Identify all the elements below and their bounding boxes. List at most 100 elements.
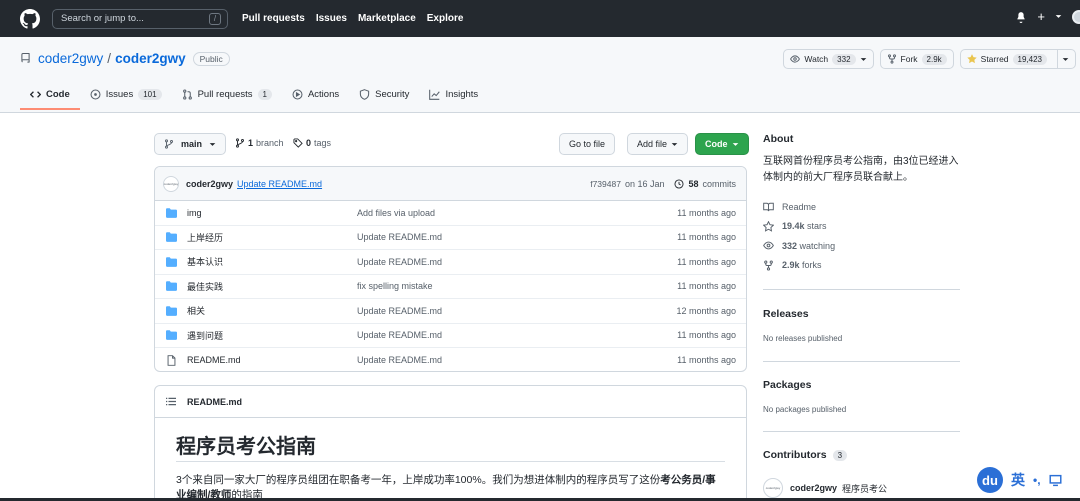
nav-marketplace[interactable]: Marketplace (358, 13, 416, 24)
branch-icon (165, 139, 173, 149)
go-to-file-button[interactable]: Go to file (559, 133, 616, 155)
code-button[interactable]: Code (695, 133, 749, 155)
commits-label[interactable]: commits (703, 179, 737, 189)
file-row[interactable]: 最佳实践 fix spelling mistake 11 months ago (155, 275, 746, 299)
history-icon (674, 178, 685, 189)
file-age: 11 months ago (677, 232, 736, 243)
commit-author[interactable]: coder2gwy (186, 179, 233, 189)
file-row[interactable]: README.md Update README.md 11 months ago (155, 348, 746, 371)
contributors-count: 3 (832, 449, 848, 461)
releases-note: No releases published (763, 334, 843, 343)
repo-owner-link[interactable]: coder2gwy (38, 51, 103, 66)
branches-link[interactable]: 1 branch (235, 138, 284, 148)
file-name[interactable]: README.md (187, 355, 357, 365)
commit-author-avatar[interactable]: coder2gwy (163, 175, 179, 192)
nav-pull-requests[interactable]: Pull requests (242, 13, 305, 24)
code-label: Code (705, 139, 728, 149)
file-commit-message[interactable]: Update README.md (357, 330, 677, 340)
repo-actions: Watch 332 Fork 2.9k Starred 19,423 (783, 49, 1080, 69)
file-row[interactable]: 遇到问题 Update README.md 11 months ago (155, 324, 746, 348)
file-list: coder2gwy coder2gwy Update README.md f73… (154, 166, 747, 372)
watch-button[interactable]: Watch 332 (783, 49, 874, 69)
folder-icon (166, 305, 177, 316)
add-file-button[interactable]: Add file (627, 133, 689, 155)
tab-label: Security (375, 89, 410, 100)
code-icon (30, 91, 41, 98)
file-row[interactable]: 相关 Update README.md 12 months ago (155, 299, 746, 324)
file-commit-message[interactable]: Add files via upload (357, 208, 677, 218)
branch-bar: main 1 branch 0 tags Go to file Add file… (154, 133, 749, 155)
file-name[interactable]: 相关 (187, 304, 357, 317)
watching-link[interactable]: 332 watching (763, 236, 960, 256)
file-row[interactable]: img Add files via upload 11 months ago (155, 201, 746, 226)
commit-message-link[interactable]: Update README.md (237, 179, 322, 189)
list-icon[interactable] (166, 397, 176, 406)
fork-count: 2.9k (921, 53, 947, 65)
contributor-item[interactable]: coder2gwy coder2gwy 程序员考公 (763, 478, 887, 498)
commits-count[interactable]: 58 (688, 179, 698, 189)
tab-insights[interactable]: Insights (419, 83, 488, 109)
file-age: 11 months ago (677, 355, 736, 366)
file-name[interactable]: 基本认识 (187, 255, 357, 268)
readme-filename[interactable]: README.md (187, 397, 242, 407)
readme-text: 3个来自同一家大厂的程序员组团在职备考一年，上岸成功率100%。我们为想进体制内… (176, 474, 661, 486)
fork-label: Fork (900, 54, 918, 64)
tags-link[interactable]: 0 tags (293, 138, 331, 148)
header-right: + (1015, 9, 1080, 24)
file-commit-message[interactable]: Update README.md (357, 355, 677, 365)
file-row[interactable]: 基本认识 Update README.md 11 months ago (155, 250, 746, 275)
star-button[interactable]: Starred 19,423 (959, 49, 1076, 69)
chevron-down-icon[interactable] (1055, 13, 1062, 20)
file-name[interactable]: 遇到问题 (187, 329, 357, 342)
github-logo-icon[interactable] (20, 8, 40, 29)
file-name[interactable]: img (187, 208, 357, 218)
contributor-name: coder2gwy (790, 483, 838, 493)
chevron-down-icon[interactable] (1062, 56, 1069, 63)
about-heading: About (763, 133, 794, 145)
visibility-badge: Public (192, 51, 230, 66)
branch-select-button[interactable]: main (154, 133, 227, 155)
nav-issues[interactable]: Issues (316, 13, 347, 24)
file-age: 12 months ago (676, 305, 736, 316)
branches-label: branch (256, 138, 284, 148)
nav-explore[interactable]: Explore (427, 13, 464, 24)
stars-link[interactable]: 19.4k stars (763, 217, 960, 237)
folder-icon (166, 256, 177, 267)
tab-security[interactable]: Security (349, 83, 419, 109)
forks-link[interactable]: 2.9k forks (763, 256, 960, 276)
packages-note: No packages published (763, 405, 847, 414)
user-avatar[interactable] (1072, 9, 1080, 24)
eye-icon (763, 241, 774, 250)
ime-language-toggle[interactable]: 英 (1011, 470, 1025, 490)
tab-actions[interactable]: Actions (282, 83, 349, 109)
file-row[interactable]: 上岸经历 Update README.md 11 months ago (155, 226, 746, 250)
packages-heading[interactable]: Packages (763, 379, 811, 391)
file-name[interactable]: 上岸经历 (187, 231, 357, 244)
file-icon (167, 354, 176, 366)
file-commit-message[interactable]: Update README.md (357, 232, 677, 242)
star-count: 19,423 (1012, 53, 1047, 65)
file-commit-message[interactable]: fix spelling mistake (357, 281, 677, 291)
repo-name-link[interactable]: coder2gwy (115, 51, 186, 66)
bell-icon[interactable] (1015, 11, 1027, 23)
file-commit-message[interactable]: Update README.md (357, 257, 677, 267)
repo-icon (21, 53, 30, 63)
ime-screen-icon[interactable] (1049, 474, 1062, 487)
tab-issues[interactable]: Issues 101 (80, 83, 172, 109)
tab-pull-requests[interactable]: Pull requests 1 (172, 83, 282, 109)
file-commit-message[interactable]: Update README.md (357, 306, 676, 316)
contributors-heading[interactable]: Contributors 3 (763, 449, 848, 461)
ime-punctuation-toggle[interactable]: •, (1033, 473, 1041, 487)
fork-button[interactable]: Fork 2.9k (879, 49, 954, 69)
file-name[interactable]: 最佳实践 (187, 280, 357, 293)
forks-count: 2.9k (782, 260, 800, 271)
commit-hash[interactable]: f739487 (590, 179, 621, 189)
tab-code[interactable]: Code (20, 83, 80, 110)
search-input[interactable]: Search or jump to... / (52, 8, 228, 29)
ime-logo[interactable]: du (977, 467, 1003, 493)
issues-count: 101 (138, 89, 162, 100)
readme-link[interactable]: Readme (763, 197, 960, 217)
chevron-down-icon (671, 142, 678, 146)
releases-heading[interactable]: Releases (763, 308, 809, 320)
create-new-icon[interactable]: + (1037, 9, 1045, 24)
